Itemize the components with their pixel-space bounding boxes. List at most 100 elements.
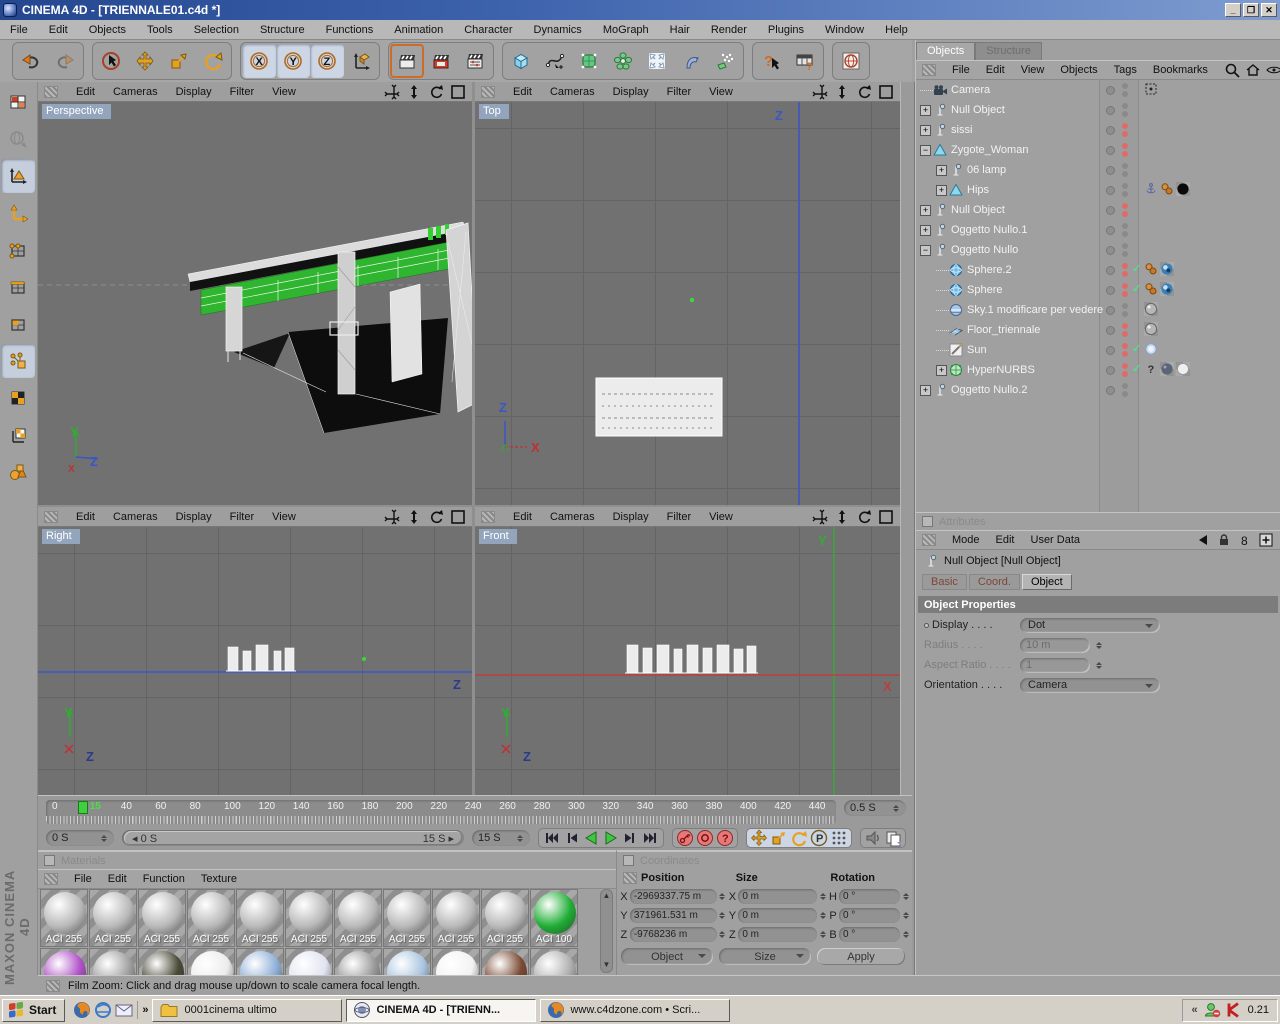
viewport-menu-view[interactable]: View xyxy=(709,86,733,98)
back-icon[interactable] xyxy=(1195,532,1211,548)
viewport-menu-filter[interactable]: Filter xyxy=(230,86,254,98)
layer-dot[interactable] xyxy=(1106,346,1115,355)
coord-mode-dropdown[interactable]: Object xyxy=(621,948,713,965)
mail-icon[interactable] xyxy=(115,1001,133,1019)
minimize-button[interactable]: _ xyxy=(1225,3,1241,17)
viewport-menu-filter[interactable]: Filter xyxy=(230,511,254,523)
visibility-dots[interactable] xyxy=(1122,383,1128,397)
rotatev-icon[interactable] xyxy=(428,509,444,525)
use-world-coordinates-button[interactable] xyxy=(1,122,35,156)
rotatev-icon[interactable] xyxy=(856,84,872,100)
layer-dot[interactable] xyxy=(1106,286,1115,295)
drag-handle-icon[interactable] xyxy=(481,510,495,523)
viewport-menu-edit[interactable]: Edit xyxy=(76,511,95,523)
lock-icon[interactable] xyxy=(1216,532,1232,548)
drag-handle-icon[interactable] xyxy=(922,64,936,76)
enabled-check-icon[interactable]: ✓ xyxy=(1132,342,1141,355)
move-button[interactable] xyxy=(128,44,162,78)
record-key-button[interactable] xyxy=(675,829,695,847)
menu-render[interactable]: Render xyxy=(711,24,747,36)
expand-icon[interactable]: + xyxy=(920,104,931,116)
maximize-icon[interactable] xyxy=(450,509,466,525)
lock-y-axis-button[interactable]: Y xyxy=(276,44,310,78)
attr-tab-basic[interactable]: Basic xyxy=(922,574,967,590)
visibility-dots[interactable] xyxy=(1122,203,1128,217)
tree-row-sphere[interactable]: Sphere ✓ xyxy=(916,280,1280,300)
tree-row-oggetto-nullo-1[interactable]: + Oggetto Nullo.1 xyxy=(916,220,1280,240)
texture-mode-button[interactable] xyxy=(1,381,35,415)
viewport-menu-display[interactable]: Display xyxy=(176,511,212,523)
rotatev-icon[interactable] xyxy=(856,509,872,525)
g-beans-icon[interactable] xyxy=(1144,262,1158,276)
animation-mode-button[interactable] xyxy=(1,344,35,378)
display-filter-button[interactable] xyxy=(1,455,35,489)
k-copy-button[interactable] xyxy=(883,829,903,847)
layer-dot[interactable] xyxy=(1106,86,1115,95)
tree-row-06-lamp[interactable]: +06 lamp xyxy=(916,160,1280,180)
g-matblue-icon[interactable] xyxy=(1160,262,1174,276)
layer-dot[interactable] xyxy=(1106,106,1115,115)
tree-row-floor-triennale[interactable]: Floor_triennale xyxy=(916,320,1280,340)
material-tile[interactable]: ACI 255 xyxy=(285,889,333,947)
add-icon[interactable] xyxy=(1258,532,1274,548)
end-time-field[interactable]: 15 S xyxy=(472,830,530,846)
perspective-canvas[interactable]: Perspective Y Z X xyxy=(38,102,472,505)
messenger-icon[interactable] xyxy=(1203,1001,1221,1019)
viewport-menu-view[interactable]: View xyxy=(272,511,296,523)
polygon-mode-button[interactable] xyxy=(1,307,35,341)
g-matgray-icon[interactable] xyxy=(1144,302,1158,316)
k-scale-button[interactable] xyxy=(769,829,789,847)
timeline-range-slider[interactable]: ◂ 0 S 15 S ▸ xyxy=(122,830,464,846)
menu-hair[interactable]: Hair xyxy=(670,24,690,36)
scale-button[interactable] xyxy=(162,44,196,78)
g-matgray-icon[interactable] xyxy=(1144,322,1158,336)
layer-dot[interactable] xyxy=(1106,386,1115,395)
expand-icon[interactable]: + xyxy=(936,364,947,376)
layer-dot[interactable] xyxy=(1106,206,1115,215)
expand-icon[interactable]: + xyxy=(936,164,947,176)
g-black-icon[interactable] xyxy=(1176,182,1190,196)
size-x-field[interactable]: 0 m xyxy=(738,889,818,904)
stepper-icon[interactable] xyxy=(818,928,827,942)
menu-window[interactable]: Window xyxy=(825,24,864,36)
lock-x-axis-button[interactable]: X xyxy=(242,44,276,78)
material-tile[interactable]: ACI 255 xyxy=(432,889,480,947)
task-www-c4dzone-com-scri[interactable]: www.c4dzone.com • Scri... xyxy=(540,998,731,1022)
k-sound-button[interactable] xyxy=(863,829,883,847)
drag-handle-icon[interactable] xyxy=(922,534,936,546)
size-z-field[interactable]: 0 m xyxy=(738,927,818,942)
material-tile[interactable] xyxy=(236,948,284,975)
tree-row-null-object[interactable]: + Null Object xyxy=(916,200,1280,220)
eight-icon[interactable]: 8 xyxy=(1237,532,1253,548)
visibility-dots[interactable] xyxy=(1122,163,1128,177)
material-tile[interactable] xyxy=(481,948,529,975)
material-tile[interactable] xyxy=(285,948,333,975)
menu-structure[interactable]: Structure xyxy=(260,24,305,36)
content-browser-button[interactable] xyxy=(834,44,868,78)
g-matblue-icon[interactable] xyxy=(1160,282,1174,296)
texture-axis-mode-button[interactable] xyxy=(1,418,35,452)
zoomv-icon[interactable] xyxy=(834,84,850,100)
visibility-dots[interactable] xyxy=(1122,323,1128,337)
viewport-menu-display[interactable]: Display xyxy=(176,86,212,98)
stepper-icon[interactable] xyxy=(901,928,910,942)
right-canvas[interactable]: Right Z Y Z xyxy=(38,527,472,795)
tree-row-sphere-2[interactable]: Sphere.2 ✓ xyxy=(916,260,1280,280)
visibility-dots[interactable] xyxy=(1122,223,1128,237)
material-tile[interactable] xyxy=(138,948,186,975)
viewport-menu-display[interactable]: Display xyxy=(613,86,649,98)
task-0001cinema-ultimo[interactable]: 0001cinema ultimo xyxy=(152,998,343,1022)
skip-end-button[interactable] xyxy=(641,829,661,847)
menu-help[interactable]: Help xyxy=(885,24,908,36)
model-mode-button[interactable] xyxy=(1,159,35,193)
top-canvas[interactable]: Top Z Z X xyxy=(475,102,900,505)
drag-handle-icon[interactable] xyxy=(623,872,637,884)
modeling-expand-button[interactable] xyxy=(640,44,674,78)
maximize-icon[interactable] xyxy=(878,509,894,525)
visibility-dots[interactable] xyxy=(1122,263,1128,277)
k-points-button[interactable] xyxy=(829,829,849,847)
pan-icon[interactable] xyxy=(812,84,828,100)
g-anchor-icon[interactable] xyxy=(1144,182,1158,196)
visibility-dots[interactable] xyxy=(1122,243,1128,257)
visibility-dots[interactable] xyxy=(1122,183,1128,197)
